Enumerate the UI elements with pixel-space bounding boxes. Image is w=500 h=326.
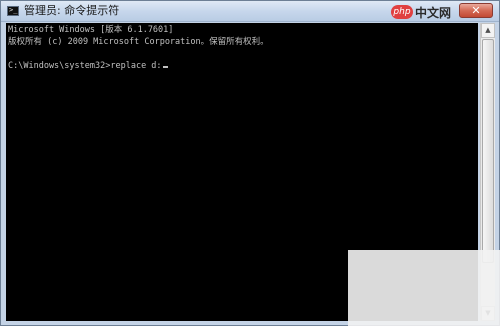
scrollbar-thumb[interactable] <box>482 39 494 263</box>
up-arrow-icon[interactable]: ▲ <box>481 23 495 38</box>
close-button[interactable]: ✕ <box>459 3 493 18</box>
cmd-icon[interactable]: >_ <box>7 6 19 16</box>
console-line-copyright: 版权所有 (c) 2009 Microsoft Corporation。保留所有… <box>8 37 269 47</box>
console-line-version: Microsoft Windows [版本 6.1.7601] <box>8 25 174 35</box>
watermark: php 中文网 <box>390 4 451 20</box>
close-icon: ✕ <box>471 4 481 17</box>
watermark-logo: php <box>390 5 413 19</box>
console-command: replace d: <box>110 61 162 71</box>
console-command-line[interactable]: C:\Windows\system32>replace d: <box>8 61 168 72</box>
console-prompt: C:\Windows\system32> <box>8 61 111 71</box>
window-title: 管理员: 命令提示符 <box>24 4 120 17</box>
text-cursor <box>162 66 168 68</box>
title-bar[interactable]: >_ 管理员: 命令提示符 php 中文网 ✕ <box>1 1 499 22</box>
watermark-text: 中文网 <box>414 5 451 20</box>
blurred-region <box>348 250 500 326</box>
